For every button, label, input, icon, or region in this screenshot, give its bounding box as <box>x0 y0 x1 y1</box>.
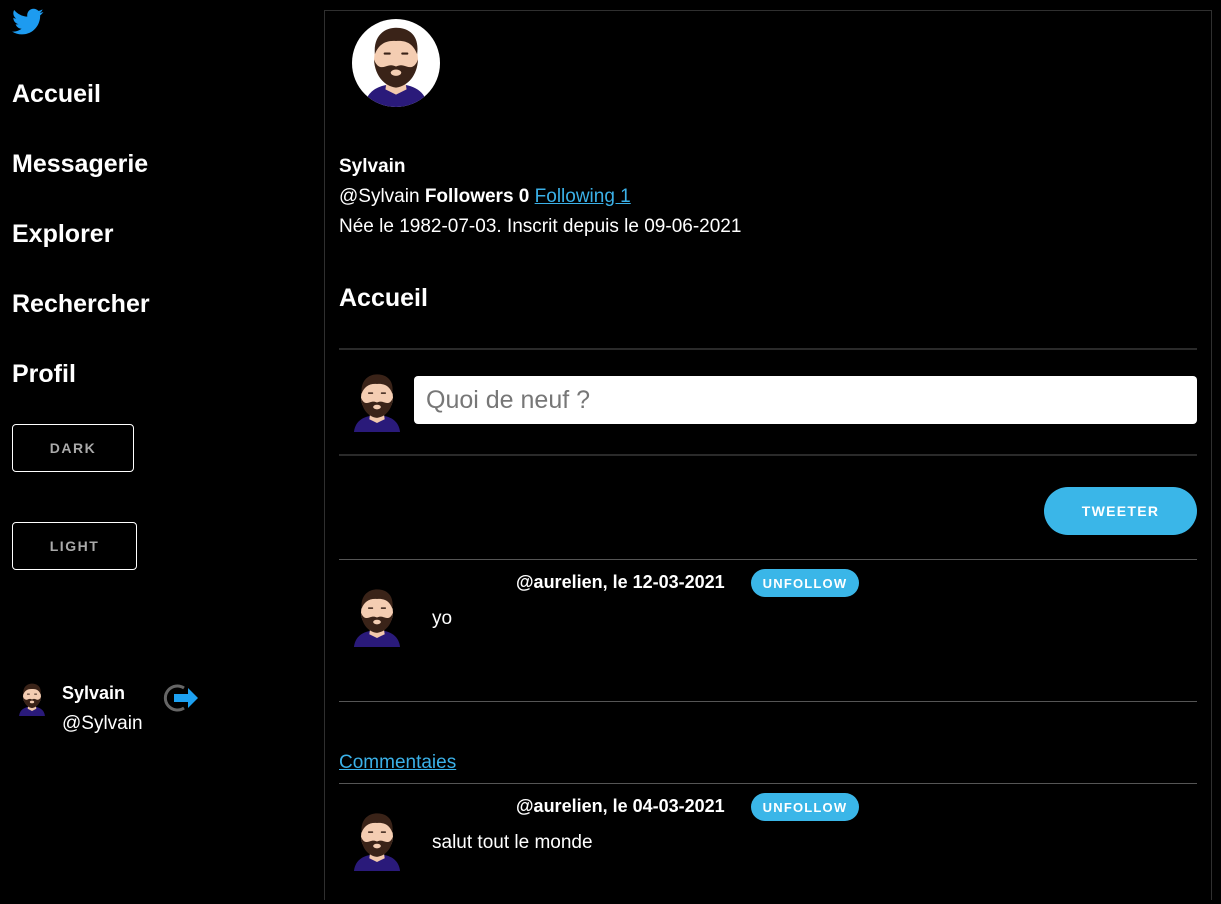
current-user-card: Sylvain @Sylvain <box>12 678 212 738</box>
avatar <box>14 678 50 718</box>
nav-profil[interactable]: Profil <box>12 359 76 389</box>
dark-theme-button[interactable]: DARK <box>12 424 134 472</box>
light-theme-button[interactable]: LIGHT <box>12 522 137 570</box>
avatar <box>345 363 409 437</box>
profile-stats: @Sylvain Followers 0 Following 1 <box>339 186 631 208</box>
nav-accueil[interactable]: Accueil <box>12 79 101 109</box>
current-user-name: Sylvain <box>62 683 126 703</box>
followers-count: Followers 0 <box>424 186 530 207</box>
nav-rechercher[interactable]: Rechercher <box>12 289 150 319</box>
profile-handle: @Sylvain <box>339 186 420 207</box>
feed-title: Accueil <box>339 284 428 312</box>
tweet-meta: @aurelien, le 12-03-2021 <box>516 572 725 592</box>
unfollow-button[interactable]: UNFOLLOW <box>751 793 859 821</box>
tweet-meta: @aurelien, le 04-03-2021 <box>516 796 725 816</box>
avatar <box>345 802 409 876</box>
avatar <box>345 578 409 652</box>
logout-arrow-icon[interactable] <box>160 682 200 714</box>
sidebar: Accueil Messagerie Explorer Rechercher P… <box>0 0 320 890</box>
comments-link[interactable]: Commentaies <box>339 752 456 774</box>
divider <box>339 701 1197 702</box>
compose-input[interactable] <box>414 376 1197 424</box>
profile-bio: Née le 1982-07-03. Inscrit depuis le 09-… <box>339 216 742 237</box>
tweet-item: @aurelien, le 04-03-2021 UNFOLLOW salut … <box>339 784 1197 904</box>
divider <box>339 454 1197 456</box>
tweet-item: @aurelien, le 12-03-2021 UNFOLLOW yo <box>339 560 1197 680</box>
divider <box>339 348 1197 350</box>
tweet-text: yo <box>432 608 453 629</box>
tweet-text: salut tout le monde <box>432 832 593 853</box>
nav-explorer[interactable]: Explorer <box>12 219 113 249</box>
unfollow-button[interactable]: UNFOLLOW <box>751 569 859 597</box>
nav-messagerie[interactable]: Messagerie <box>12 149 148 179</box>
profile-name: Sylvain <box>339 156 406 177</box>
following-link[interactable]: Following 1 <box>535 186 631 207</box>
profile-avatar <box>352 19 440 107</box>
main-panel: Sylvain @Sylvain Followers 0 Following 1… <box>324 10 1212 900</box>
tweet-button[interactable]: TWEETER <box>1044 487 1197 535</box>
current-user-handle: @Sylvain <box>62 713 143 734</box>
twitter-bird-icon[interactable] <box>12 8 44 36</box>
